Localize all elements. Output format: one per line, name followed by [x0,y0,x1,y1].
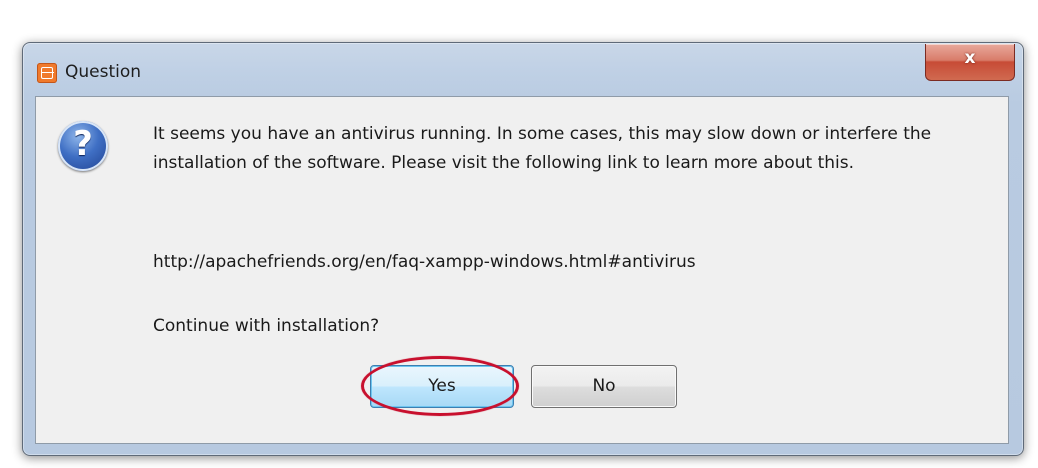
screenshot-stage: Question x ? It seems you have an antivi… [0,0,1038,468]
no-button[interactable]: No [531,365,677,408]
message-text: It seems you have an antivirus running. … [153,124,932,173]
yes-button[interactable]: Yes [370,365,514,408]
question-dialog: Question x ? It seems you have an antivi… [22,42,1024,456]
xampp-icon [37,63,57,83]
continue-prompt: Continue with installation? [153,316,380,336]
question-icon: ? [58,121,108,171]
window-title: Question [65,62,142,82]
title-bar[interactable]: Question x [23,43,1023,95]
dialog-body: ? It seems you have an antivirus running… [35,96,1009,444]
faq-url-text: http://apachefriends.org/en/faq-xampp-wi… [153,252,696,272]
close-icon: x [964,48,976,68]
question-mark-glyph: ? [73,124,93,164]
close-button[interactable]: x [925,44,1015,81]
